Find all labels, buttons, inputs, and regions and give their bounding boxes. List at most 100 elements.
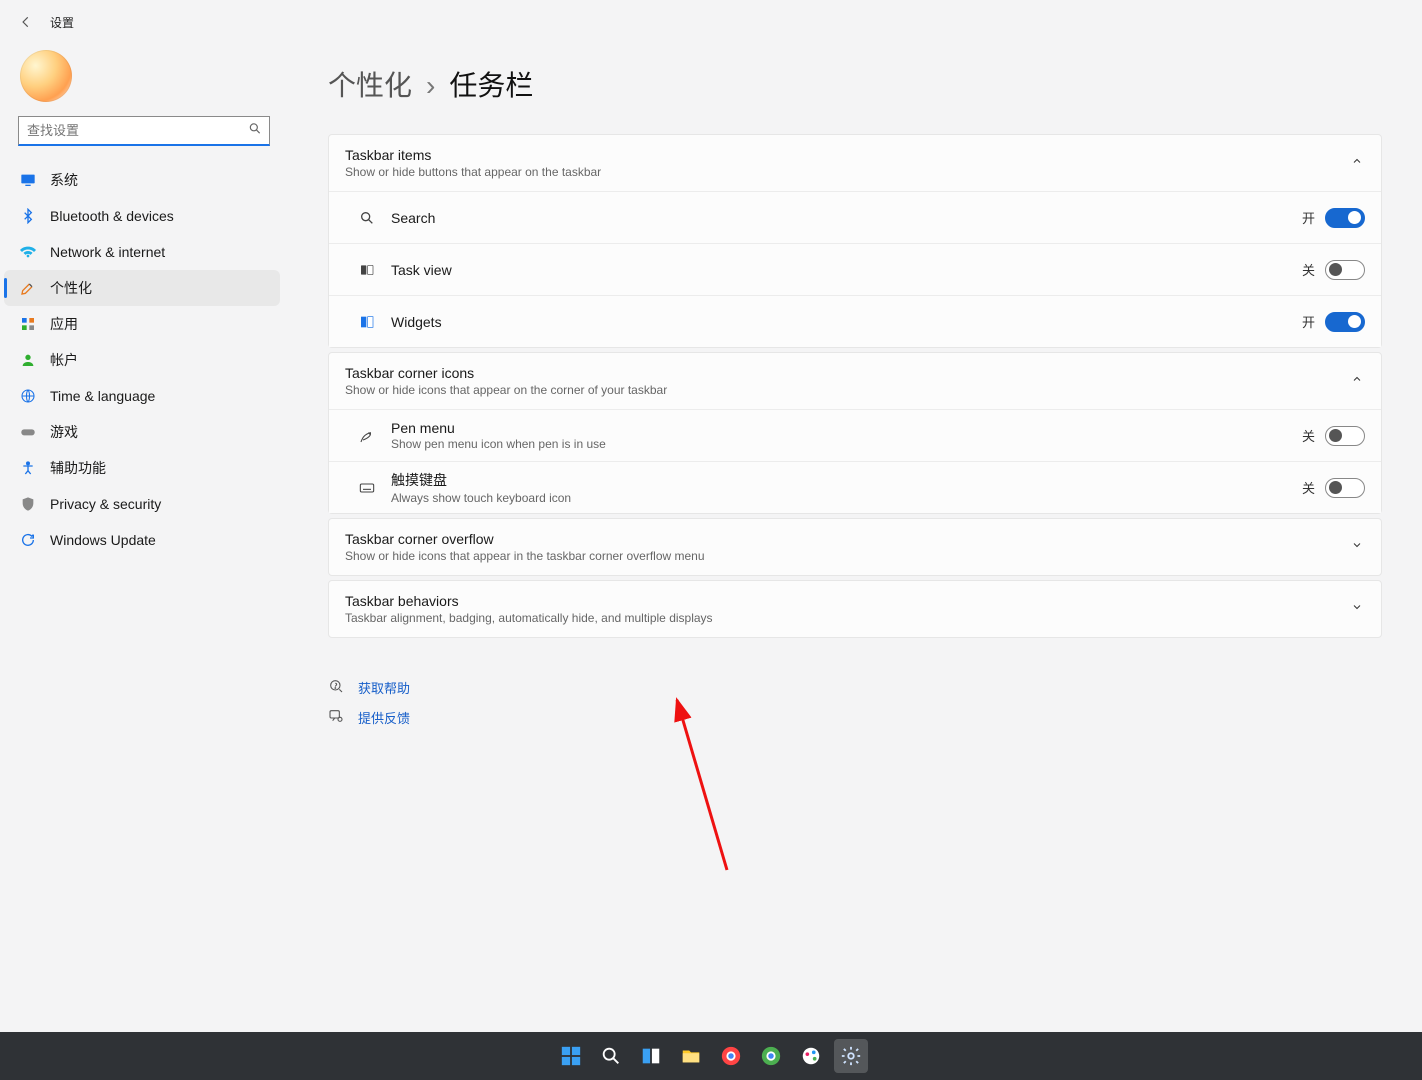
search-icon xyxy=(248,122,262,141)
breadcrumb-parent[interactable]: 个性化 xyxy=(328,64,412,104)
sidebar-item-label: Time & language xyxy=(50,388,155,404)
os-taskbar xyxy=(0,1032,1422,1080)
shield-icon xyxy=(20,496,36,512)
chevron-down-icon xyxy=(1351,600,1363,618)
breadcrumb: 个性化 › 任务栏 xyxy=(328,64,1382,104)
toggle-search[interactable] xyxy=(1325,208,1365,228)
card-subtitle: Show or hide buttons that appear on the … xyxy=(345,165,1351,179)
card-header-behaviors[interactable]: Taskbar behaviors Taskbar alignment, bad… xyxy=(329,581,1381,637)
pen-icon xyxy=(329,428,385,444)
toggle-widgets[interactable] xyxy=(1325,312,1365,332)
search-input[interactable] xyxy=(18,116,270,146)
sidebar-item-accounts[interactable]: 帐户 xyxy=(4,342,280,378)
card-title: Taskbar behaviors xyxy=(345,593,1351,609)
page-title: 任务栏 xyxy=(449,64,533,104)
toggle-state-label: 关 xyxy=(1302,260,1315,279)
row-sublabel: Always show touch keyboard icon xyxy=(391,491,1302,505)
tb-chrome-canary[interactable] xyxy=(714,1039,748,1073)
link-give-feedback[interactable]: 提供反馈 xyxy=(328,702,1382,732)
card-header-taskbar-items[interactable]: Taskbar items Show or hide buttons that … xyxy=(329,135,1381,191)
titlebar: 设置 xyxy=(0,0,1422,44)
bluetooth-icon xyxy=(20,208,36,224)
row-widgets: Widgets 开 xyxy=(329,295,1381,347)
sidebar-item-label: Network & internet xyxy=(50,244,165,260)
sidebar-item-time-language[interactable]: Time & language xyxy=(4,378,280,414)
monitor-icon xyxy=(20,172,36,188)
sidebar-item-windows-update[interactable]: Windows Update xyxy=(4,522,280,558)
sidebar-item-personalization[interactable]: 个性化 xyxy=(4,270,280,306)
sidebar-item-label: 系统 xyxy=(50,170,78,190)
tb-settings[interactable] xyxy=(834,1039,868,1073)
tb-explorer[interactable] xyxy=(674,1039,708,1073)
sidebar-item-label: 辅助功能 xyxy=(50,458,106,478)
row-task-view: Task view 关 xyxy=(329,243,1381,295)
wifi-icon xyxy=(20,244,36,260)
tb-taskview[interactable] xyxy=(634,1039,668,1073)
chevron-down-icon xyxy=(1351,538,1363,556)
user-icon xyxy=(20,352,36,368)
sidebar-item-label: 帐户 xyxy=(50,350,78,370)
row-label: 触摸键盘 xyxy=(391,470,1302,490)
chevron-up-icon xyxy=(1351,154,1363,172)
toggle-touch-keyboard[interactable] xyxy=(1325,478,1365,498)
link-label[interactable]: 提供反馈 xyxy=(358,708,410,727)
accessibility-icon xyxy=(20,460,36,476)
toggle-task-view[interactable] xyxy=(1325,260,1365,280)
card-header-corner-icons[interactable]: Taskbar corner icons Show or hide icons … xyxy=(329,353,1381,409)
tb-paint[interactable] xyxy=(794,1039,828,1073)
nav-list: 系统 Bluetooth & devices Network & interne… xyxy=(0,160,290,558)
update-icon xyxy=(20,532,36,548)
card-header-corner-overflow[interactable]: Taskbar corner overflow Show or hide ico… xyxy=(329,519,1381,575)
toggle-state-label: 关 xyxy=(1302,478,1315,497)
main-pane: 个性化 › 任务栏 Taskbar items Show or hide but… xyxy=(328,64,1382,732)
search-icon xyxy=(329,210,385,226)
app-title: 设置 xyxy=(50,14,74,31)
avatar[interactable] xyxy=(20,50,72,102)
card-subtitle: Show or hide icons that appear on the co… xyxy=(345,383,1351,397)
sidebar-item-gaming[interactable]: 游戏 xyxy=(4,414,280,450)
sidebar-item-label: Privacy & security xyxy=(50,496,161,512)
sidebar-item-bluetooth[interactable]: Bluetooth & devices xyxy=(4,198,280,234)
toggle-state-label: 开 xyxy=(1302,208,1315,227)
link-get-help[interactable]: 获取帮助 xyxy=(328,672,1382,702)
gamepad-icon xyxy=(20,424,36,440)
sidebar-item-label: Bluetooth & devices xyxy=(50,208,174,224)
sidebar-item-network[interactable]: Network & internet xyxy=(4,234,280,270)
row-label: Widgets xyxy=(391,314,1302,330)
keyboard-icon xyxy=(329,480,385,496)
card-title: Taskbar corner overflow xyxy=(345,531,1351,547)
tb-start[interactable] xyxy=(554,1039,588,1073)
globe-icon xyxy=(20,388,36,404)
row-label: Pen menu xyxy=(391,420,1302,436)
brush-icon xyxy=(20,280,36,296)
card-behaviors: Taskbar behaviors Taskbar alignment, bad… xyxy=(328,580,1382,638)
toggle-pen-menu[interactable] xyxy=(1325,426,1365,446)
row-label: Task view xyxy=(391,262,1302,278)
sidebar-item-apps[interactable]: 应用 xyxy=(4,306,280,342)
back-button[interactable] xyxy=(14,10,38,34)
card-title: Taskbar items xyxy=(345,147,1351,163)
feedback-icon xyxy=(328,708,344,727)
toggle-state-label: 开 xyxy=(1302,312,1315,331)
row-sublabel: Show pen menu icon when pen is in use xyxy=(391,437,1302,451)
sidebar-item-system[interactable]: 系统 xyxy=(4,162,280,198)
link-label[interactable]: 获取帮助 xyxy=(358,678,410,697)
card-subtitle: Taskbar alignment, badging, automaticall… xyxy=(345,611,1351,625)
card-taskbar-items: Taskbar items Show or hide buttons that … xyxy=(328,134,1382,348)
widgets-icon xyxy=(329,314,385,330)
sidebar-item-accessibility[interactable]: 辅助功能 xyxy=(4,450,280,486)
chevron-up-icon xyxy=(1351,372,1363,390)
apps-icon xyxy=(20,316,36,332)
sidebar-item-privacy[interactable]: Privacy & security xyxy=(4,486,280,522)
tb-search[interactable] xyxy=(594,1039,628,1073)
row-search: Search 开 xyxy=(329,191,1381,243)
help-links: 获取帮助 提供反馈 xyxy=(328,672,1382,732)
card-subtitle: Show or hide icons that appear in the ta… xyxy=(345,549,1351,563)
tb-chrome[interactable] xyxy=(754,1039,788,1073)
row-touch-keyboard: 触摸键盘 Always show touch keyboard icon 关 xyxy=(329,461,1381,513)
sidebar: 系统 Bluetooth & devices Network & interne… xyxy=(0,44,290,1080)
help-icon xyxy=(328,678,344,697)
sidebar-item-label: 应用 xyxy=(50,314,78,334)
row-pen-menu: Pen menu Show pen menu icon when pen is … xyxy=(329,409,1381,461)
sidebar-item-label: 个性化 xyxy=(50,278,92,298)
